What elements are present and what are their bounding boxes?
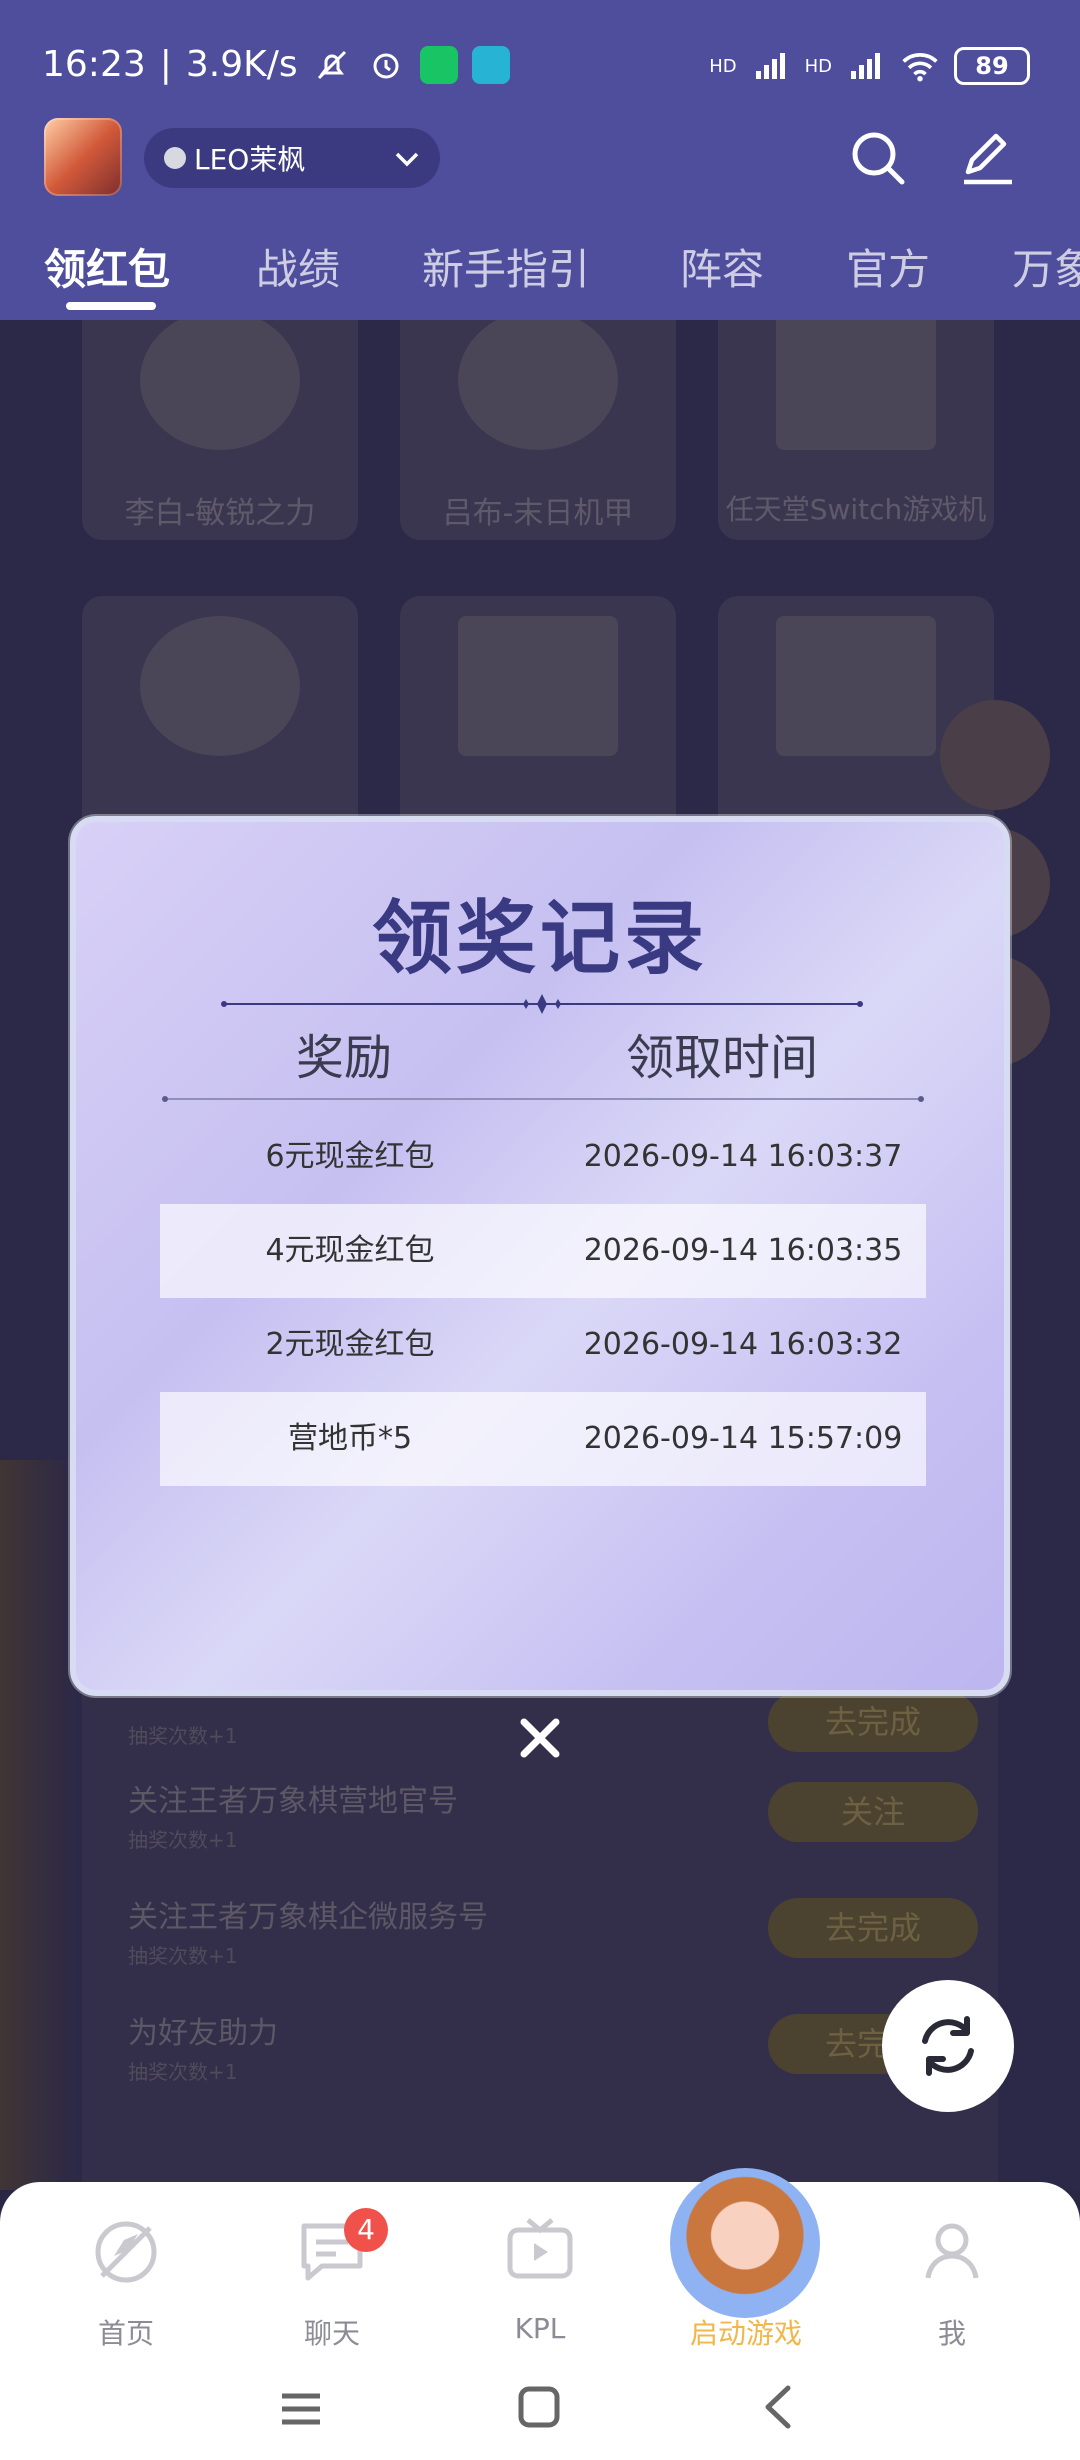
record-reward: 6元现金红包 [265,1139,435,1174]
prize-label: 任天堂Switch游戏机 [725,493,987,526]
menu-icon[interactable] [278,2386,324,2432]
nav-label: KPL [514,2312,566,2345]
reward-record-modal: 领奖记录 奖励 领取时间 6元现金红包 2026-09-14 16:03:37 … [70,816,1010,1696]
record-list: 6元现金红包 2026-09-14 16:03:37 4元现金红包 2026-0… [160,1110,926,1486]
task-action-button[interactable]: 关注 [768,1782,978,1842]
tab-red-packet[interactable]: 领红包 [44,236,170,297]
nav-kpl[interactable]: KPL [460,2212,620,2345]
record-reward: 营地币*5 [287,1421,413,1456]
record-time: 2026-09-14 15:57:09 [583,1421,903,1456]
record-time: 2026-09-14 16:03:35 [583,1233,903,1268]
status-time: 16:23 [42,44,146,85]
status-network-speed: 3.9K/s [185,44,298,85]
prize-card [400,596,676,846]
record-reward: 2元现金红包 [265,1327,435,1362]
record-row: 4元现金红包 2026-09-14 16:03:35 [160,1204,926,1298]
signal-icon [751,46,791,86]
prize-thumbnail [140,320,300,450]
refresh-button[interactable] [882,1980,1014,2112]
wifi-icon [900,46,940,86]
task-item: 关注王者万象棋营地官号 抽奖次数+1 关注 [128,1776,978,1886]
prize-thumbnail [458,320,618,450]
signal-hd-label-2: HD [804,55,832,77]
person-icon [925,2223,979,2279]
prize-thumbnail [458,616,618,756]
refresh-icon [922,2016,974,2076]
record-time: 2026-09-14 16:03:32 [583,1327,903,1362]
record-row: 营地币*5 2026-09-14 15:57:09 [160,1392,926,1486]
task-action-button[interactable]: 去完成 [768,1898,978,1958]
modal-title: 领奖记录 [372,892,708,985]
game-logo[interactable] [44,118,122,196]
tab-active-indicator [66,302,156,310]
nav-label: 我 [937,2317,966,2350]
account-status-dot [164,147,186,169]
signal-hd-label: HD [709,55,737,77]
account-switcher[interactable]: LEO茉枫 [144,128,440,188]
mute-bell-icon [312,45,352,85]
wechat-icon [419,45,458,84]
telegram-icon [471,45,510,84]
nav-label: 首页 [97,2317,154,2350]
unread-badge: 4 [344,2208,388,2252]
prize-card: 李白-敏锐之力 [82,320,358,540]
task-item: 为好友助力 抽奖次数+1 去完成 [128,2008,978,2118]
game-hero-avatar[interactable] [670,2168,820,2318]
nav-chat[interactable]: 4 聊天 [252,2208,412,2352]
search-icon[interactable] [848,128,908,188]
alarm-icon [366,45,406,85]
tv-play-icon [507,2218,573,2279]
header-divider [162,1096,924,1102]
tab-bar: 领红包 战绩 新手指引 阵容 官方 万象 [0,236,1080,320]
account-name: LEO茉枫 [194,143,306,176]
prize-label: 李白-敏锐之力 [124,496,316,531]
record-row: 6元现金红包 2026-09-14 16:03:37 [160,1110,926,1204]
battery-icon: 89 [954,47,1030,85]
close-icon[interactable] [514,1712,566,1764]
chevron-down-icon [392,144,422,178]
prize-thumbnail [776,616,936,756]
prize-label: 吕布-末日机甲 [442,496,634,531]
home-square-icon[interactable] [516,2384,562,2430]
tab-records[interactable]: 战绩 [256,236,340,297]
record-reward: 4元现金红包 [265,1233,435,1268]
tab-wanxiang[interactable]: 万象 [1012,236,1080,297]
task-action-button[interactable]: 去完成 [768,1692,978,1752]
tab-official[interactable]: 官方 [846,236,930,297]
system-nav-bar [0,2360,1080,2460]
edit-icon[interactable] [958,128,1018,188]
task-item: 关注王者万象棋企微服务号 抽奖次数+1 去完成 [128,1892,978,2002]
back-icon[interactable] [756,2384,802,2430]
app-header: 16:23 | 3.9K/s HD HD 89 LEO茉枫 领红包 战绩 新手指… [0,0,1080,320]
decorative-glow [0,1460,80,2190]
nav-label: 聊天 [303,2317,360,2350]
nav-me[interactable]: 我 [872,2212,1032,2352]
prize-thumbnail [140,616,300,756]
prize-thumbnail [776,320,936,450]
home-compass-icon [95,2221,157,2283]
nav-label: 启动游戏 [689,2317,802,2350]
status-bar: 16:23 | 3.9K/s HD HD 89 [0,0,1080,120]
record-row: 2元现金红包 2026-09-14 16:03:32 [160,1298,926,1392]
prize-card [82,596,358,846]
signal-icon-2 [846,46,886,86]
promo-badge [940,700,1050,810]
prize-card: 吕布-末日机甲 [400,320,676,540]
title-divider [221,994,863,1014]
nav-home[interactable]: 首页 [46,2212,206,2352]
record-time: 2026-09-14 16:03:37 [583,1139,903,1174]
app-bar: LEO茉枫 [0,118,1080,214]
column-header-reward: 奖励 [296,1030,393,1086]
tab-lineup[interactable]: 阵容 [680,236,764,297]
column-header-time: 领取时间 [626,1030,819,1086]
prize-card: 任天堂Switch游戏机 [718,320,994,540]
tab-beginner-guide[interactable]: 新手指引 [422,236,590,297]
